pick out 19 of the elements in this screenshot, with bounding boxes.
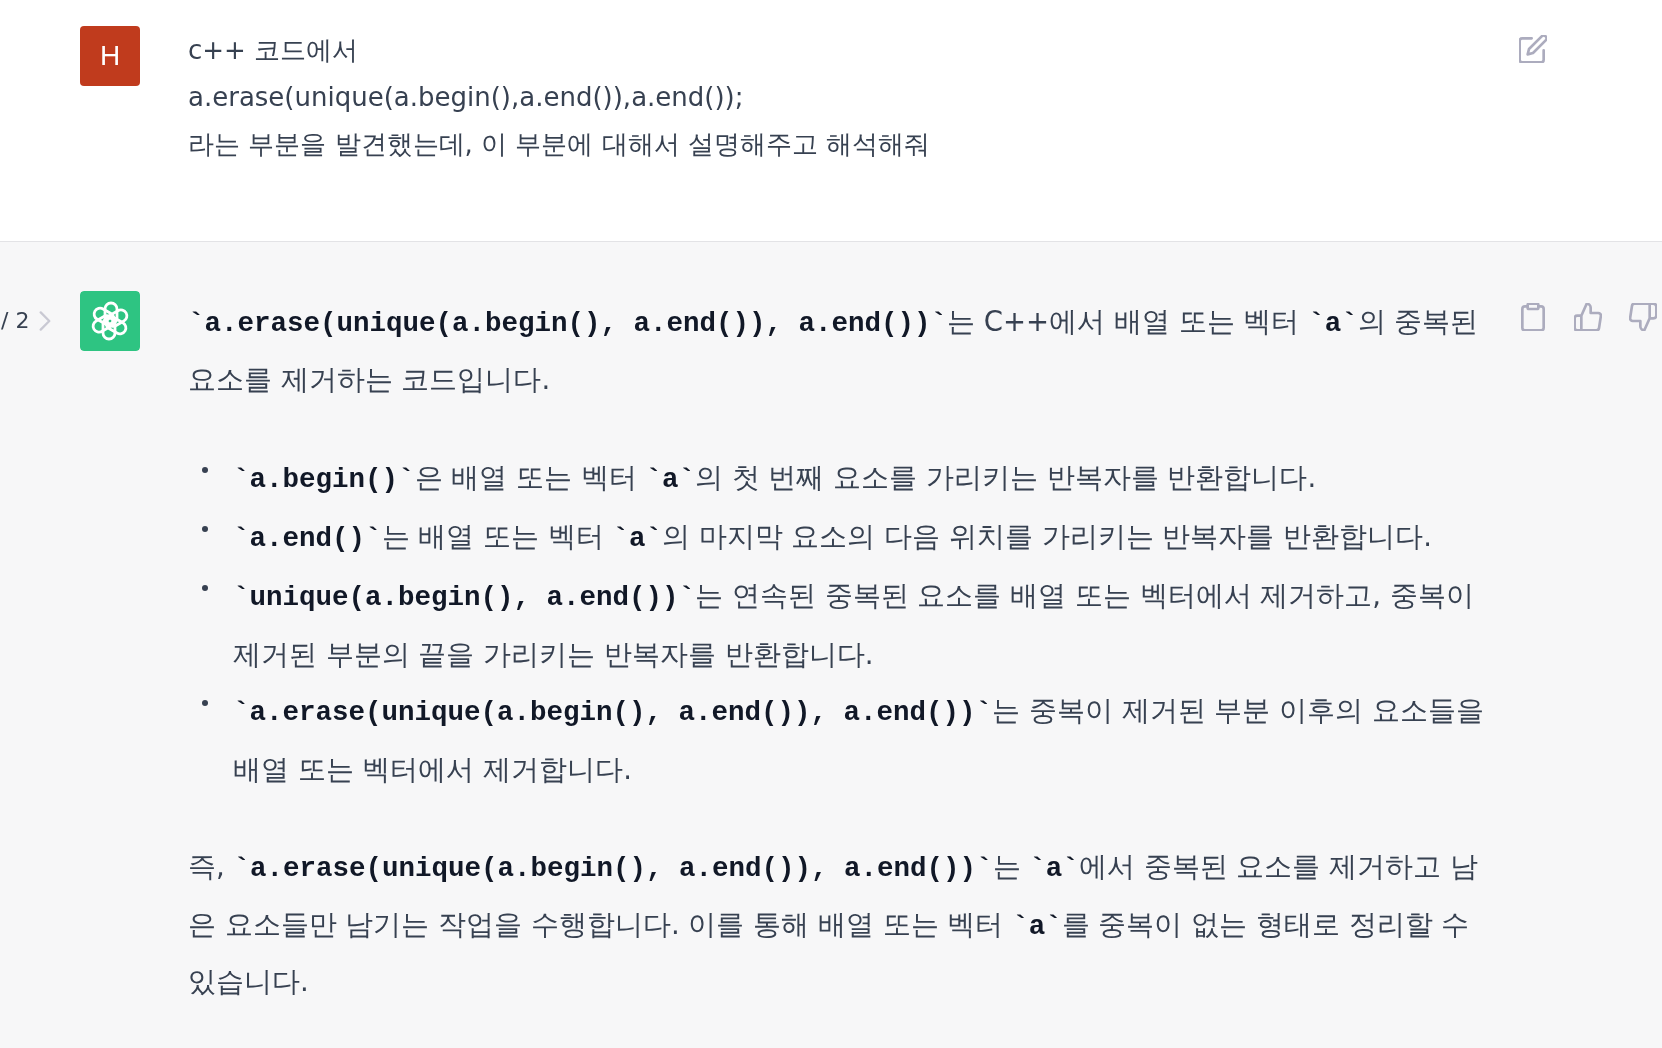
- thumbs-down-icon[interactable]: [1629, 303, 1657, 331]
- bullet-icon: [202, 585, 208, 591]
- bullet-icon: [202, 467, 208, 473]
- message-text: c++ 코드에서 a.erase(unique(a.begin(),a.end()),a.end()); 라는 부분을 발견했는데, 이 부분에 대해서 설명해주고 해석해줘: [188, 34, 932, 161]
- bullet-icon: [202, 700, 208, 706]
- paragraph: 즉, `a.erase(unique(a.begin(), a.end()), a.end())`는 `a`에서 중복된 요소를 제거하고 남은 요소들만 남기는 작업을 수행합니다. 이를 통해 배열 또는 벡터 `a`를 중복이 없는 형태로 정리할 수 있습니다.: [188, 849, 1479, 999]
- list-item-text: `a.end()`는 배열 또는 벡터 `a`의 마지막 요소의 다음 위치를 가리키는 반복자를 반환합니다.: [233, 519, 1433, 556]
- chevron-right-icon[interactable]: [39, 311, 52, 331]
- avatar: H: [80, 26, 140, 86]
- list-item-text: `unique(a.begin(), a.end())`는 연속된 중복된 요소를 배열 또는 벡터에서 제거하고, 중복이 제거된 부분의 끝을 가리키는 반복자를 반환합니다.: [233, 578, 1475, 672]
- page-counter: / 2: [1, 308, 30, 334]
- thumbs-up-icon[interactable]: [1574, 303, 1602, 331]
- list-item-text: `a.erase(unique(a.begin(), a.end()), a.end())`는 중복이 제거된 부분 이후의 요소들을 배열 또는 벡터에서 제거합니다.: [233, 693, 1485, 787]
- paragraph: `a.erase(unique(a.begin(), a.end()), a.end())`는 C++에서 배열 또는 벡터 `a`의 중복된 요소를 제거하는 코드입니다.: [188, 304, 1480, 397]
- knot-logo-icon: [80, 291, 140, 351]
- list-item-text: `a.begin()`은 배열 또는 벡터 `a`의 첫 번째 요소를 가리키는 반복자를 반환합니다.: [233, 460, 1318, 497]
- edit-icon[interactable]: [1519, 35, 1547, 63]
- clipboard-icon[interactable]: [1519, 303, 1547, 331]
- bullet-icon: [202, 526, 208, 532]
